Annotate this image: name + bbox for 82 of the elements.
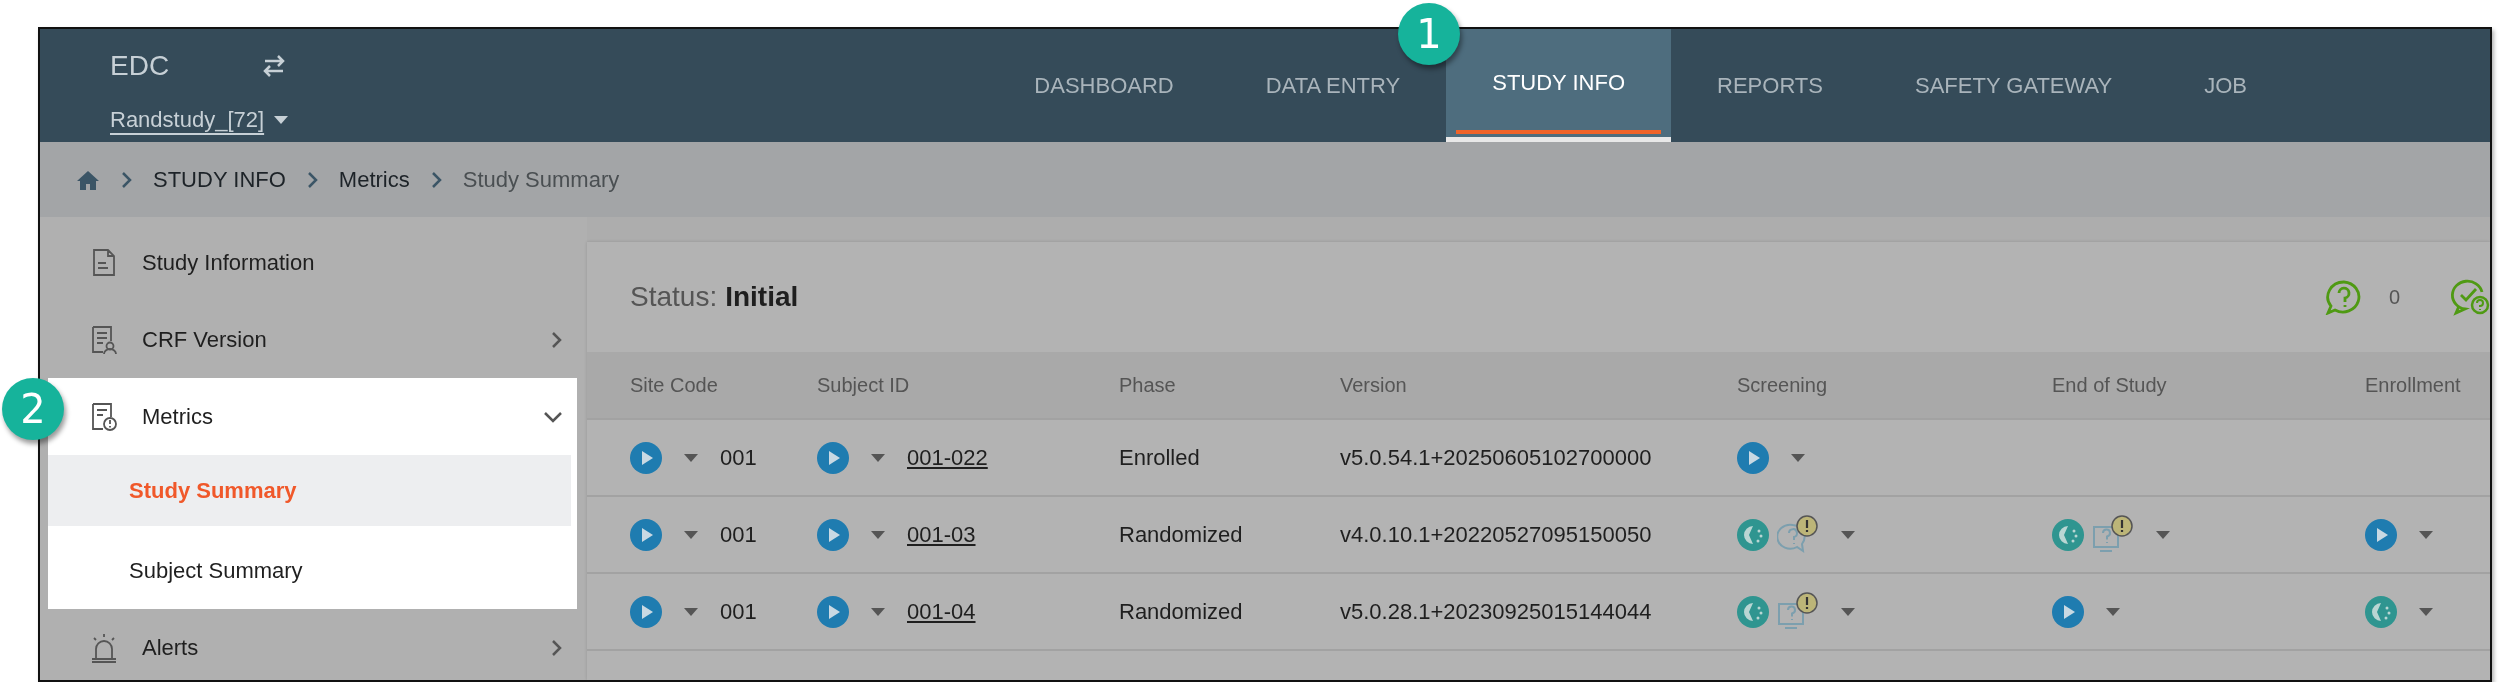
sidebar-subitem[interactable]: Subject Summary <box>48 532 577 609</box>
caret-icon[interactable] <box>684 607 698 616</box>
app-title: EDC <box>110 49 170 82</box>
status-value: Initial <box>725 281 799 313</box>
document-person-icon <box>90 324 118 355</box>
table-cell: 001 <box>720 598 757 625</box>
caret-icon[interactable] <box>1841 530 1855 539</box>
column-header[interactable]: End of Study <box>2052 373 2365 397</box>
query-alert-icon[interactable] <box>1777 514 1819 555</box>
caret-icon[interactable] <box>871 530 885 539</box>
nav-tab[interactable]: SAFETY GATEWAY <box>1869 29 2159 142</box>
counter-value: 0 <box>2388 285 2400 309</box>
caret-icon[interactable] <box>2106 607 2120 616</box>
document-alert-icon <box>90 401 118 432</box>
table-cell-text: v5.0.28.1+20230925015144044 <box>1340 598 1653 625</box>
column-header[interactable]: Site Code <box>630 373 817 397</box>
caret-icon[interactable] <box>1791 453 1805 462</box>
document-icon <box>91 247 117 278</box>
play-icon[interactable] <box>817 518 849 551</box>
caret-icon[interactable] <box>2419 530 2433 539</box>
partial-circle-icon[interactable] <box>1737 518 1769 551</box>
partial-circle-icon[interactable] <box>2365 595 2397 628</box>
subject-link[interactable]: 001-04 <box>907 598 976 625</box>
nav-tab[interactable]: REPORTS <box>1671 29 1869 142</box>
sidebar-item[interactable]: CRF Version <box>40 301 587 378</box>
column-header[interactable]: Phase <box>1119 373 1340 397</box>
play-icon[interactable] <box>817 595 849 628</box>
chevron-right-icon[interactable] <box>550 638 563 657</box>
nav-tab[interactable]: JOB <box>2158 29 2293 142</box>
subject-link[interactable]: 001-03 <box>907 521 976 548</box>
chevron-right-icon <box>120 170 133 189</box>
table-cell: 001 <box>720 521 757 548</box>
subject-link[interactable]: 001-022 <box>907 444 988 471</box>
caret-icon[interactable] <box>871 607 885 616</box>
caret-icon[interactable] <box>2156 530 2170 539</box>
table-cell: 001 <box>720 444 757 471</box>
column-header[interactable]: Version <box>1340 373 1737 397</box>
nav-tab[interactable]: STUDY INFO <box>1446 29 1672 142</box>
status-label: Status: <box>630 281 718 313</box>
breadcrumb-link[interactable]: Metrics <box>338 166 410 193</box>
monitor-alert-icon[interactable] <box>2092 514 2134 555</box>
column-header[interactable]: Enrollment <box>2365 373 2490 397</box>
partial-circle-icon[interactable] <box>1737 595 1769 628</box>
sidebar-subitem[interactable]: Study Summary <box>48 455 571 526</box>
column-header[interactable]: Subject ID <box>817 373 1119 397</box>
callout-badge: 2 <box>2 378 64 440</box>
table-cell-text: v4.0.10.1+20220527095150050 <box>1340 521 1653 548</box>
home-icon[interactable] <box>76 168 100 191</box>
check-bubble-icon[interactable] <box>2450 278 2490 316</box>
play-icon[interactable] <box>2365 518 2397 551</box>
callout-badge: 1 <box>1398 3 1460 65</box>
table-cell-text: Randomized <box>1119 521 1244 548</box>
monitor-alert-icon[interactable] <box>1777 591 1819 632</box>
play-icon[interactable] <box>1737 441 1769 474</box>
caret-icon[interactable] <box>684 453 698 462</box>
partial-circle-icon[interactable] <box>2052 518 2084 551</box>
breadcrumb-link[interactable]: Study Summary <box>462 166 620 193</box>
play-icon[interactable] <box>630 518 662 551</box>
breadcrumb-link[interactable]: STUDY INFO <box>153 166 286 193</box>
table-cell-text: v5.0.54.1+20250605102700000 <box>1340 444 1653 471</box>
play-icon[interactable] <box>817 441 849 474</box>
caret-icon[interactable] <box>1841 607 1855 616</box>
chevron-down-icon[interactable] <box>543 409 563 424</box>
sidebar-item[interactable]: Study Information <box>40 224 587 301</box>
caret-icon[interactable] <box>274 116 289 125</box>
play-icon[interactable] <box>630 441 662 474</box>
sidebar-item[interactable]: Metrics <box>72 378 577 455</box>
chevron-right-icon <box>429 170 443 189</box>
play-icon[interactable] <box>630 595 662 628</box>
caret-icon[interactable] <box>684 530 698 539</box>
study-selector[interactable]: Randstudy_[72] <box>110 107 290 134</box>
chevron-right-icon[interactable] <box>550 330 563 349</box>
siren-icon <box>90 632 118 663</box>
caret-icon[interactable] <box>2419 607 2433 616</box>
play-icon[interactable] <box>2052 595 2084 628</box>
sidebar-item[interactable]: Alerts <box>40 609 587 680</box>
table-cell-text: Randomized <box>1119 598 1244 625</box>
table-cell-text: Enrolled <box>1119 444 1201 471</box>
column-header[interactable]: Screening <box>1737 373 2052 397</box>
chevron-right-icon <box>305 170 319 189</box>
nav-tab[interactable]: DASHBOARD <box>988 29 1220 142</box>
caret-icon[interactable] <box>871 453 885 462</box>
